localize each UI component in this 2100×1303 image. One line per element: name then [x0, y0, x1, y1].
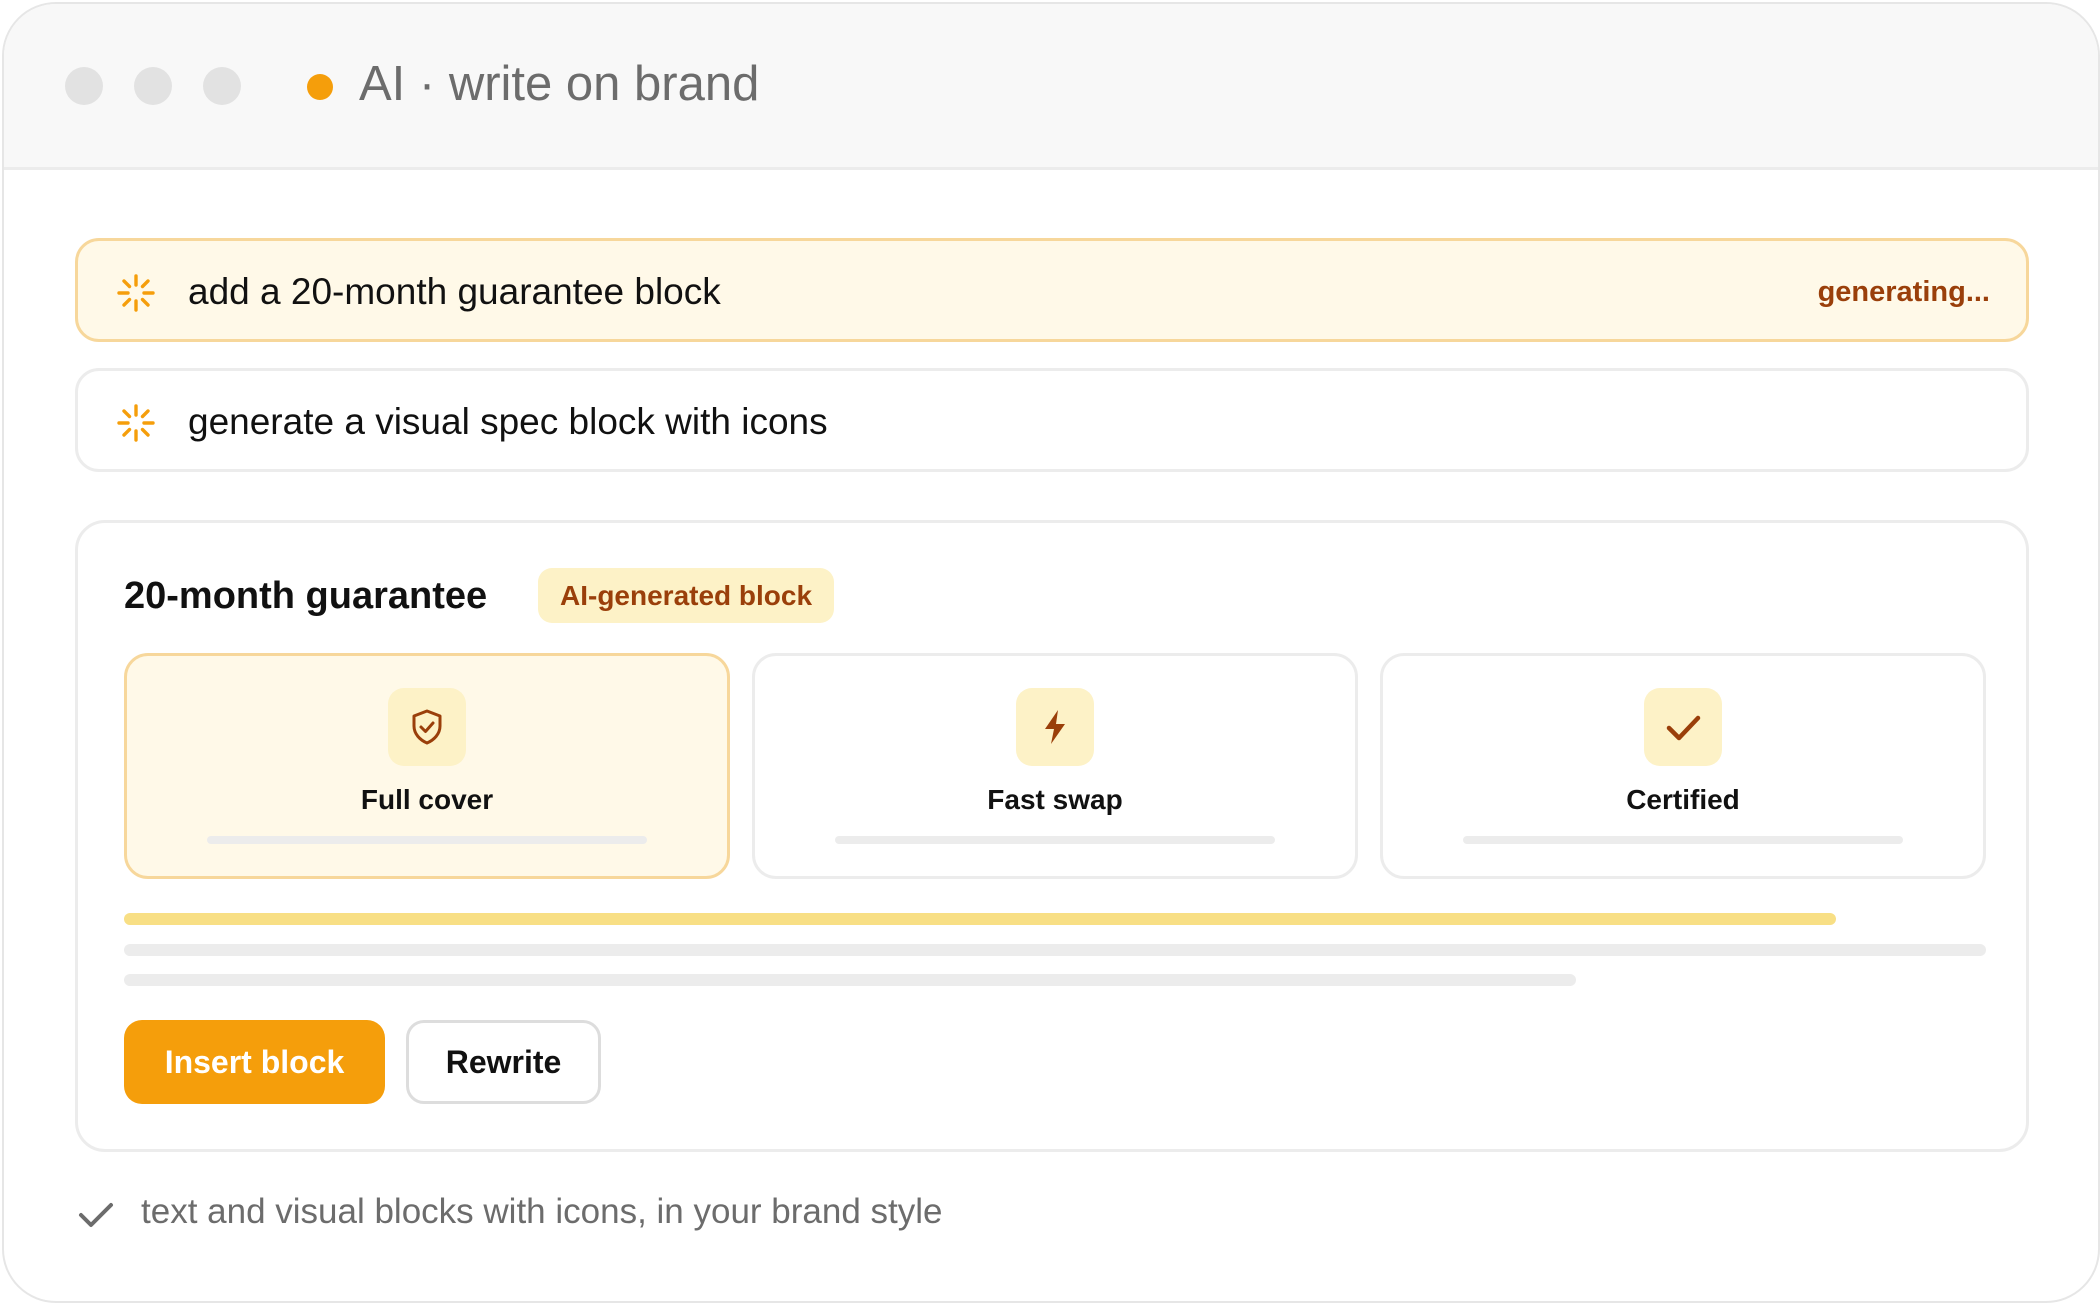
generated-block-card: 20-month guarantee AI-generated block Fu… [75, 520, 2029, 1152]
maximize-window-button[interactable] [203, 67, 241, 105]
feature-tile-fast-swap[interactable]: Fast swap [752, 653, 1358, 879]
minimize-window-button[interactable] [134, 67, 172, 105]
feature-label: Fast swap [987, 784, 1123, 815]
app-window: AI · write on brand add a 20-month guara… [2, 2, 2100, 1303]
prompt-row[interactable]: generate a visual spec block with icons [75, 368, 2029, 472]
status-dot [307, 74, 333, 100]
feature-label: Full cover [360, 784, 494, 815]
generating-status: generating... [1817, 276, 1990, 308]
prompt-row-active[interactable]: add a 20-month guarantee block generatin… [75, 238, 2029, 342]
window-title: AI · write on brand [359, 57, 760, 111]
ai-generated-badge: AI-generated block [538, 568, 835, 623]
placeholder-line [835, 836, 1275, 844]
prompt-text: generate a visual spec block with icons [188, 401, 828, 442]
checkmark-icon [1644, 688, 1722, 766]
shield-check-icon [388, 688, 466, 766]
footer-note: text and visual blocks with icons, in yo… [141, 1192, 943, 1231]
feature-tile-certified[interactable]: Certified [1380, 653, 1986, 879]
close-window-button[interactable] [65, 67, 103, 105]
placeholder-text-line [124, 944, 1986, 956]
placeholder-line [1463, 836, 1903, 844]
placeholder-text-line [124, 974, 1576, 986]
rewrite-button[interactable]: Rewrite [406, 1020, 601, 1104]
checkmark-icon [79, 1203, 113, 1227]
sparkle-icon [117, 404, 155, 442]
insert-block-button[interactable]: Insert block [124, 1020, 385, 1104]
lightning-icon [1016, 688, 1094, 766]
feature-label: Certified [1626, 784, 1740, 815]
block-title: 20-month guarantee [124, 575, 488, 617]
sparkle-icon [117, 274, 155, 312]
generation-progress-bar [124, 913, 1836, 925]
placeholder-line [207, 836, 647, 844]
title-bar: AI · write on brand [4, 4, 2098, 170]
prompt-text: add a 20-month guarantee block [188, 271, 721, 312]
feature-tile-full-cover[interactable]: Full cover [124, 653, 730, 879]
